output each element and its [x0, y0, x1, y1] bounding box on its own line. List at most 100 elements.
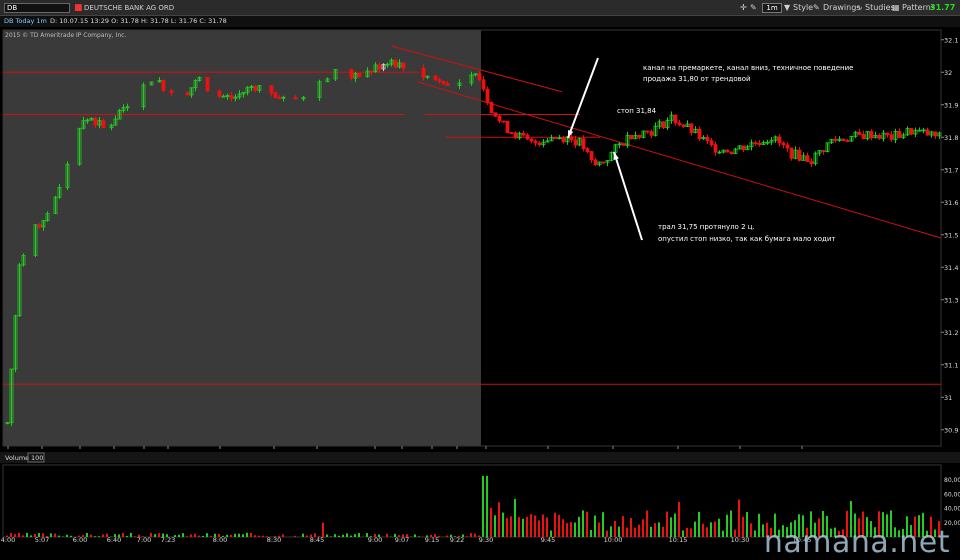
- volume-bar: [242, 534, 244, 537]
- volume-bar: [438, 536, 440, 537]
- volume-bar: [186, 536, 188, 537]
- volume-bar: [674, 514, 676, 537]
- style-button[interactable]: Style: [793, 1, 813, 15]
- price-tick-label: 31.1: [944, 361, 958, 369]
- volume-bar: [426, 535, 428, 537]
- volume-bar: [342, 535, 344, 537]
- candle-body: [742, 146, 745, 150]
- volume-bar: [18, 533, 20, 537]
- candle-body: [582, 139, 585, 149]
- ohlc-readout: D: 10.07.15 13:29 O: 31.78 H: 31.78 L: 3…: [50, 16, 227, 27]
- chart-toolbar: DB ■ DEUTSCHE BANK AG ORD ✛ ✎ 1m ▼ Style…: [0, 0, 960, 16]
- symbol-input[interactable]: DB: [4, 3, 70, 13]
- chart-title: DB Today 1m: [4, 16, 47, 27]
- annotation-text: канал на премаркете, канал вниз, техничн…: [643, 64, 853, 72]
- volume-bar: [722, 531, 724, 537]
- volume-bar: [222, 536, 224, 537]
- volume-bar: [30, 535, 32, 537]
- candle-body: [530, 139, 533, 141]
- volume-bar: [266, 536, 268, 537]
- volume-bar: [686, 528, 688, 537]
- style-icon[interactable]: ▼: [784, 1, 790, 15]
- timeframe-selector[interactable]: 1m: [762, 3, 782, 13]
- volume-bar: [698, 512, 700, 537]
- volume-bar: [666, 512, 668, 537]
- volume-bar: [470, 533, 472, 537]
- candle-body: [490, 102, 493, 112]
- patterns-icon[interactable]: ▦: [892, 1, 900, 15]
- candle-body: [494, 113, 497, 116]
- volume-bar: [406, 534, 408, 537]
- candle-body: [594, 160, 597, 165]
- volume-bar: [554, 513, 556, 537]
- candle-body: [438, 80, 441, 82]
- volume-bar: [310, 535, 312, 537]
- volume-bar: [26, 533, 28, 537]
- volume-bar: [718, 519, 720, 537]
- volume-bar: [542, 515, 544, 537]
- flag-icon[interactable]: ■: [74, 1, 83, 15]
- volume-bar: [114, 534, 116, 537]
- volume-tick-label: 40,000: [944, 506, 960, 513]
- volume-bar: [498, 502, 500, 537]
- candle-body: [910, 129, 913, 135]
- volume-bar: [318, 536, 320, 537]
- candle-body: [630, 135, 633, 138]
- volume-bar: [710, 522, 712, 537]
- studies-icon[interactable]: ∿: [856, 1, 863, 15]
- crosshair-icon[interactable]: ✛: [740, 1, 747, 15]
- volume-bar: [734, 530, 736, 537]
- volume-bar: [694, 522, 696, 537]
- candle-body: [646, 131, 649, 132]
- volume-bar: [158, 533, 160, 537]
- volume-bar: [574, 523, 576, 537]
- volume-bar: [38, 533, 40, 537]
- volume-bar: [434, 534, 436, 537]
- drawings-icon[interactable]: ✎: [813, 1, 820, 15]
- volume-bar: [530, 514, 532, 537]
- drawings-button[interactable]: Drawings: [823, 1, 860, 15]
- annotation-text: стоп 31,84: [617, 107, 657, 115]
- studies-button[interactable]: Studies: [865, 1, 895, 15]
- volume-bar: [198, 536, 200, 537]
- candle-body: [206, 77, 209, 91]
- volume-bar: [98, 536, 100, 537]
- volume-bar: [214, 534, 216, 537]
- volume-bar: [558, 515, 560, 537]
- candle-body: [294, 97, 297, 99]
- candle-body: [662, 122, 665, 128]
- candle-body: [862, 134, 865, 138]
- volume-bar: [418, 536, 420, 537]
- volume-bar: [10, 533, 12, 537]
- drawing-cursor-icon[interactable]: ✎: [750, 1, 757, 15]
- annotation-text: трал 31,75 протянуло 2 ц.: [658, 223, 755, 231]
- symbol-value: DB: [7, 4, 17, 12]
- volume-value: 100: [31, 454, 43, 462]
- candle-body: [446, 83, 449, 85]
- price-chart[interactable]: 2015 © TD Ameritrade IP Company, Inc.32.…: [0, 0, 960, 556]
- volume-bar: [646, 511, 648, 537]
- volume-bar: [246, 533, 248, 537]
- volume-bar: [502, 513, 504, 537]
- volume-bar: [282, 534, 284, 537]
- volume-bar: [566, 523, 568, 537]
- candle-body: [502, 121, 505, 122]
- volume-bar: [54, 534, 56, 537]
- volume-bar: [706, 527, 708, 537]
- price-tick-label: 31.2: [944, 329, 958, 337]
- candle-body: [554, 138, 557, 139]
- candle-body: [878, 135, 881, 138]
- price-tick-label: 31.4: [944, 264, 958, 272]
- volume-bar: [506, 518, 508, 537]
- candle-body: [526, 135, 529, 139]
- candle-body: [570, 137, 573, 140]
- volume-bar: [42, 533, 44, 537]
- candle-body: [754, 143, 757, 144]
- candle-body: [786, 145, 789, 148]
- volume-bar: [614, 521, 616, 537]
- volume-bar: [306, 536, 308, 537]
- volume-bar: [34, 534, 36, 537]
- volume-bar: [738, 500, 740, 537]
- volume-bar: [606, 531, 608, 537]
- volume-bar: [358, 533, 360, 537]
